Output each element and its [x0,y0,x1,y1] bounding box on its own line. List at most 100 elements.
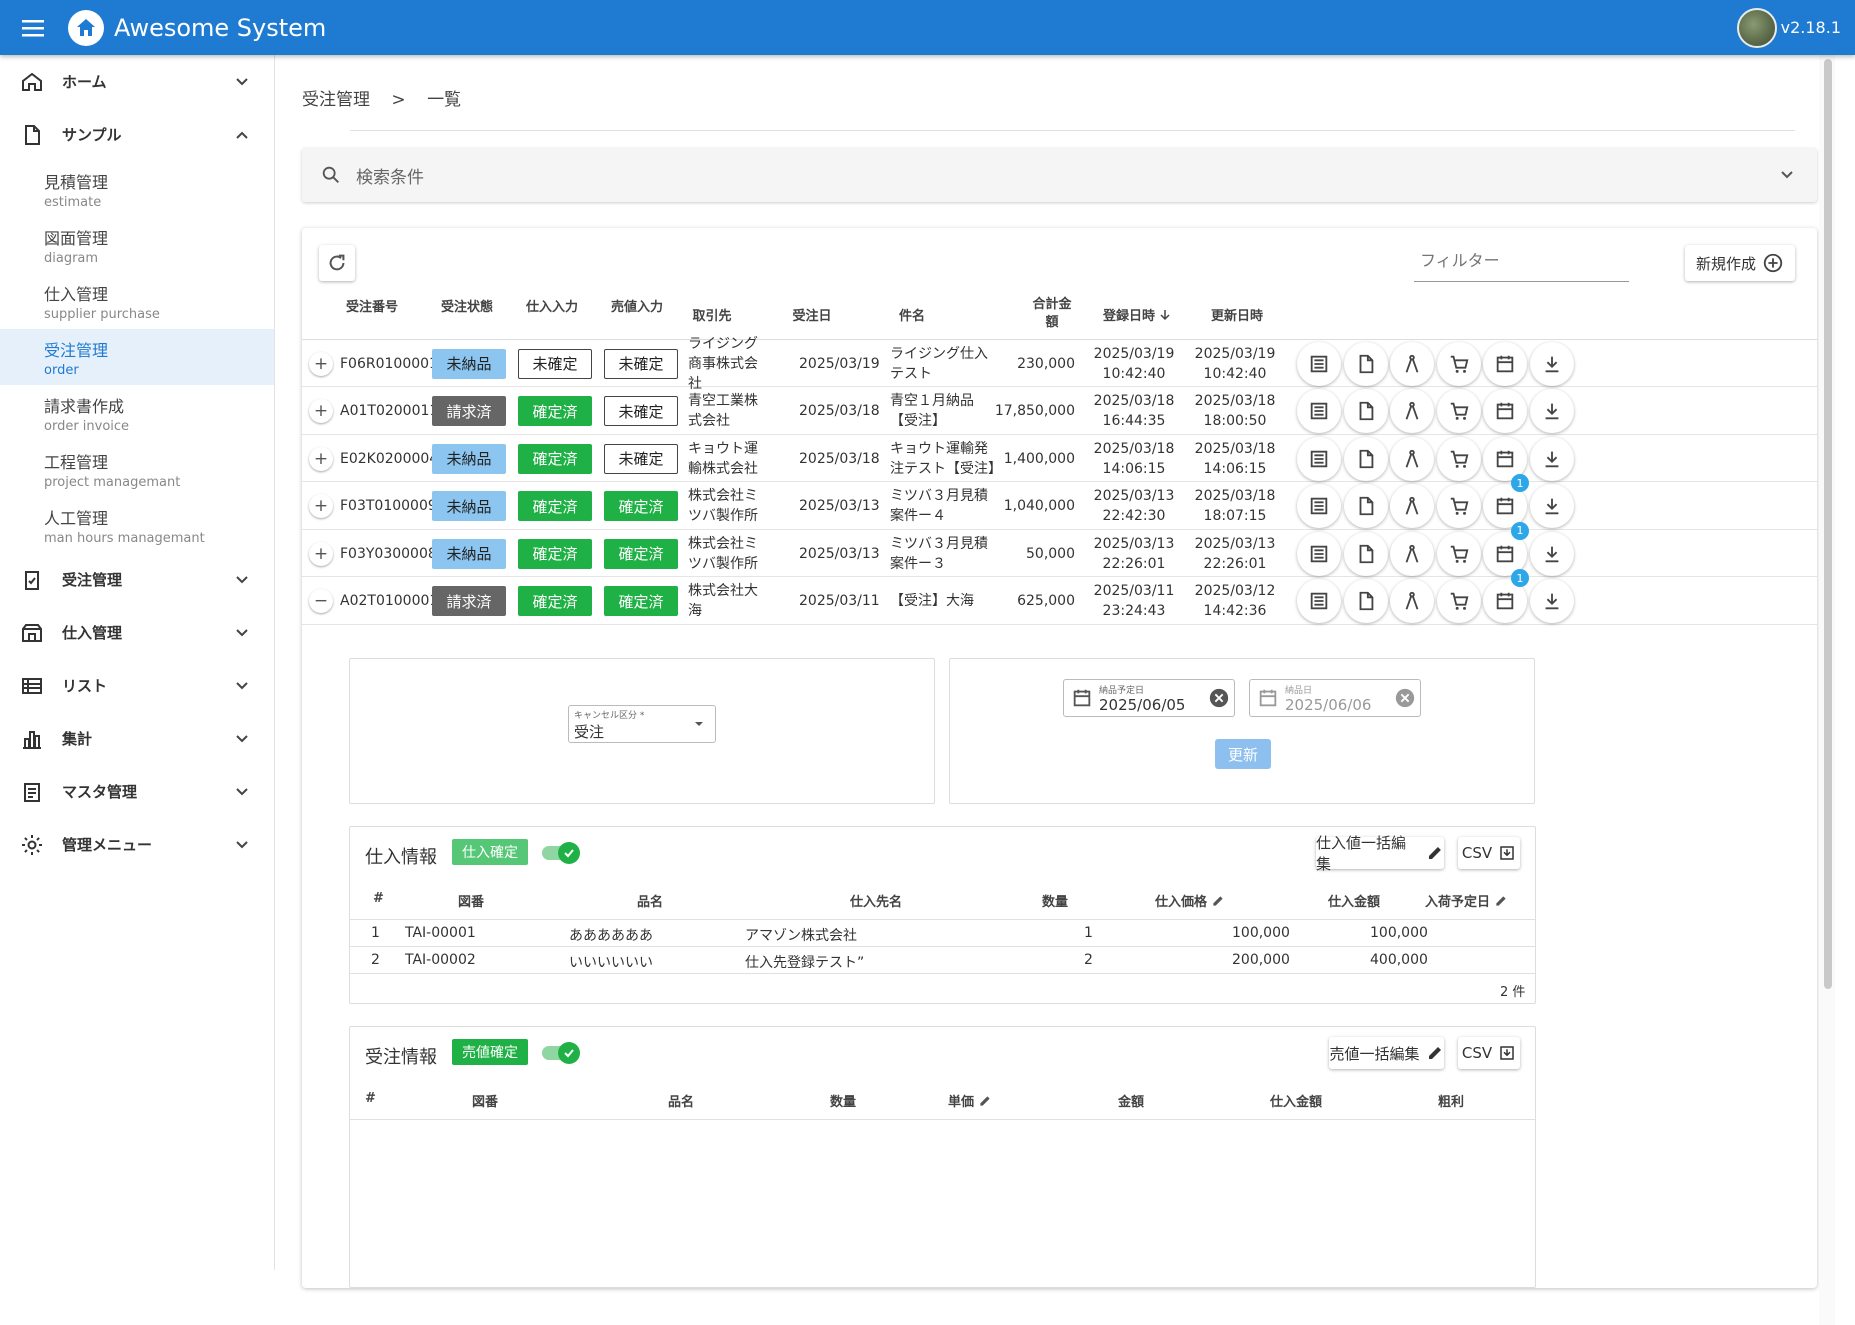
table-row[interactable]: + A01T0200011 請求済 確定済 未確定 青空工業株式会社 2025/03/18 青… [302,388,1817,435]
pencil-icon[interactable] [1211,894,1225,908]
menu-icon[interactable] [18,17,48,39]
table-row[interactable]: + E02K0200004 未納品 確定済 未確定 キョウト運輸株式会社 2025/03/1… [302,435,1817,482]
new-create-button[interactable]: 新規作成 [1685,245,1795,281]
sidebar-item-admin[interactable]: 管理メニュー [0,818,274,871]
cart-action-button[interactable] [1436,341,1481,386]
filter-input[interactable] [1414,253,1627,271]
cart-action-button[interactable] [1436,579,1481,623]
file-action-button[interactable] [1343,389,1388,433]
sidebar-sub-diagram[interactable]: 図面管理 diagram [0,217,274,273]
table-row[interactable]: + F06R0100001 未納品 未確定 未確定 ライジング商事株式会社 2025/03/… [302,336,1817,392]
header-subject[interactable]: 件名 [877,305,947,324]
cart-action-button[interactable] [1436,531,1481,576]
compass-action-button[interactable] [1390,341,1434,386]
list-detail-action-button[interactable] [1297,579,1341,623]
list-detail-action-button[interactable] [1297,484,1341,528]
file-action-button[interactable] [1343,341,1388,386]
file-action-button[interactable] [1343,436,1388,481]
header-sale[interactable]: 売値入力 [602,296,672,315]
table-row[interactable]: + F03Y0300008 未納品 確定済 確定済 株式会社ミツバ製作所 2025/03/1… [302,521,1817,577]
expand-row-button[interactable]: + [309,541,333,566]
order-bulk-edit-button[interactable]: 売値一括編集 [1329,1037,1444,1069]
compass-action-button[interactable] [1390,389,1434,433]
cell-subject[interactable]: ライジング仕入テスト [890,340,996,387]
scrollbar-thumb[interactable] [1824,59,1832,989]
home-logo-icon[interactable] [68,9,104,46]
cart-action-button[interactable] [1436,436,1481,481]
compass-action-button[interactable] [1390,579,1434,623]
order-confirm-toggle[interactable] [542,1042,580,1064]
expand-row-button[interactable]: + [309,399,333,423]
cell-subject[interactable]: ミツバ３月見積案件ー３ [890,530,996,577]
sidebar-item-purchase-management[interactable]: 仕入管理 [0,606,274,659]
download-action-button[interactable] [1529,484,1574,528]
pencil-icon[interactable] [1494,894,1508,908]
planned-date-field[interactable]: 納品予定日 2025/06/05 [1063,679,1235,717]
list-detail-action-button[interactable] [1297,341,1341,386]
expand-row-button[interactable]: + [309,494,333,518]
sidebar-item-home[interactable]: ホーム [0,55,274,108]
sidebar-item-master[interactable]: マスタ管理 [0,765,274,818]
purchase-bulk-edit-button[interactable]: 仕入値一括編集 [1316,834,1444,873]
download-action-button[interactable] [1529,436,1574,481]
header-date[interactable]: 受注日 [777,305,847,324]
sidebar-item-order-management[interactable]: 受注管理 [0,553,274,606]
scrollbar[interactable] [1819,55,1835,1325]
sidebar-sub-project-management[interactable]: 工程管理 project managemant [0,441,274,497]
file-action-button[interactable] [1343,579,1388,623]
table-row[interactable]: − A02T0100001 請求済 確定済 確定済 株式会社大海 2025/03/11 【受注… [302,569,1817,625]
cart-action-button[interactable] [1436,484,1481,528]
clear-icon[interactable] [1208,687,1230,709]
breadcrumb-item[interactable]: 受注管理 [302,90,370,110]
cancel-select[interactable]: キャンセル区分 * 受注 [568,705,716,743]
cell-subject[interactable]: 青空１月納品【受注】 [890,388,996,435]
download-action-button[interactable] [1529,531,1574,576]
cart-action-button[interactable] [1436,389,1481,433]
list-detail-action-button[interactable] [1297,531,1341,576]
cell-subject[interactable]: ミツバ３月見積案件ー４ [890,483,996,530]
sidebar-sub-man-hours[interactable]: 人工管理 man hours managemant [0,497,274,553]
compass-action-button[interactable] [1390,531,1434,576]
file-action-button[interactable] [1343,484,1388,528]
list-detail-action-button[interactable] [1297,389,1341,433]
expand-row-button[interactable]: − [309,589,333,613]
sidebar-sub-supplier-purchase[interactable]: 仕入管理 supplier purchase [0,273,274,329]
table-row[interactable]: + F03T0100009 未納品 確定済 確定済 株式会社ミツバ製作所 2025/03/1… [302,474,1817,530]
sidebar-sub-order-invoice[interactable]: 請求書作成 order invoice [0,385,274,441]
pencil-icon[interactable] [978,1094,992,1108]
calendar-action-button[interactable]: 1 [1483,569,1529,623]
header-total[interactable]: 合計金額 [1032,296,1072,332]
file-action-button[interactable] [1343,531,1388,576]
expand-row-button[interactable]: + [309,351,333,376]
download-action-button[interactable] [1529,579,1574,623]
compass-action-button[interactable] [1390,436,1434,481]
clear-icon[interactable] [1394,687,1416,709]
sidebar-item-list[interactable]: リスト [0,659,274,712]
header-order-no[interactable]: 受注番号 [337,296,407,315]
sidebar-sub-estimate[interactable]: 見積管理 estimate [0,161,274,217]
delivered-date-field[interactable]: 納品日 2025/06/06 [1249,679,1421,717]
download-action-button[interactable] [1529,341,1574,386]
avatar[interactable] [1736,7,1777,48]
calendar-action-button[interactable] [1483,341,1527,386]
header-status[interactable]: 受注状態 [432,296,502,315]
table-row[interactable]: 1 TAI-00001 ああああああ アマゾン株式会社 1 100,000 10… [350,919,1535,946]
expand-row-button[interactable]: + [309,446,333,471]
search-conditions-panel[interactable]: 検索条件 [302,148,1817,202]
header-client[interactable]: 取引先 [677,305,747,324]
compass-action-button[interactable] [1390,484,1434,528]
cell-subject[interactable]: キョウト運輸発注テスト【受注】 [890,435,1002,482]
update-button[interactable]: 更新 [1215,739,1271,769]
purchase-confirm-toggle[interactable] [542,842,580,864]
list-detail-action-button[interactable] [1297,436,1341,481]
download-action-button[interactable] [1529,389,1574,433]
header-registered[interactable]: 登録日時 [1092,305,1182,324]
sidebar-item-sample[interactable]: サンプル [0,108,274,161]
order-csv-button[interactable]: CSV [1458,1037,1520,1069]
sidebar-item-aggregate[interactable]: 集計 [0,712,274,765]
cell-subject[interactable]: 【受注】大海 [890,578,996,625]
sidebar-sub-order[interactable]: 受注管理 order [0,329,274,385]
purchase-csv-button[interactable]: CSV [1458,837,1520,869]
calendar-action-button[interactable] [1483,389,1527,433]
refresh-button[interactable] [319,245,355,281]
